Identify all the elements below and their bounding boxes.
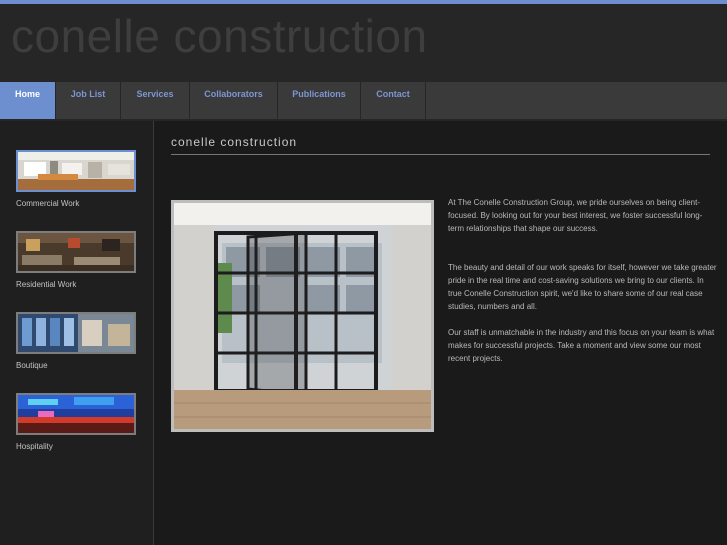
hospitality-image: [18, 395, 134, 433]
label-commercial-work[interactable]: Commercial Work: [16, 199, 79, 208]
featured-photo: [171, 200, 434, 432]
label-boutique[interactable]: Boutique: [16, 361, 48, 370]
label-residential-work[interactable]: Residential Work: [16, 280, 76, 289]
boutique-image: [18, 314, 134, 352]
thumb-residential-work[interactable]: [16, 231, 136, 273]
residential-work-image: [18, 233, 134, 271]
nav-services[interactable]: Services: [121, 82, 190, 119]
beauty-paragraph: The beauty and detail of our work speaks…: [448, 263, 717, 311]
site-header: conelle construction: [0, 4, 727, 82]
thumb-commercial-work[interactable]: [16, 150, 136, 192]
intro-paragraph: At The Conelle Construction Group, we pr…: [448, 198, 703, 233]
commercial-work-image: [18, 152, 134, 190]
nav-contact[interactable]: Contact: [361, 82, 426, 119]
page-title: conelle construction: [171, 135, 298, 149]
staff-paragraph: Our staff is unmatchable in the industry…: [448, 328, 715, 363]
nav-home[interactable]: Home: [0, 82, 56, 119]
thumb-hospitality[interactable]: [16, 393, 136, 435]
main-nav: Home Job List Services Collaborators Pub…: [0, 82, 727, 119]
nav-collaborators[interactable]: Collaborators: [190, 82, 278, 119]
site-logo[interactable]: conelle construction: [11, 9, 428, 63]
sidebar: Commercial Work Residential Work Boutiqu…: [0, 121, 154, 545]
title-divider: [171, 154, 710, 155]
nav-publications[interactable]: Publications: [278, 82, 361, 119]
label-hospitality[interactable]: Hospitality: [16, 442, 53, 451]
glass-door-image: [174, 203, 431, 429]
nav-job-list[interactable]: Job List: [56, 82, 121, 119]
thumb-boutique[interactable]: [16, 312, 136, 354]
main-content: conelle construction At The Conelle Cons…: [155, 121, 727, 545]
